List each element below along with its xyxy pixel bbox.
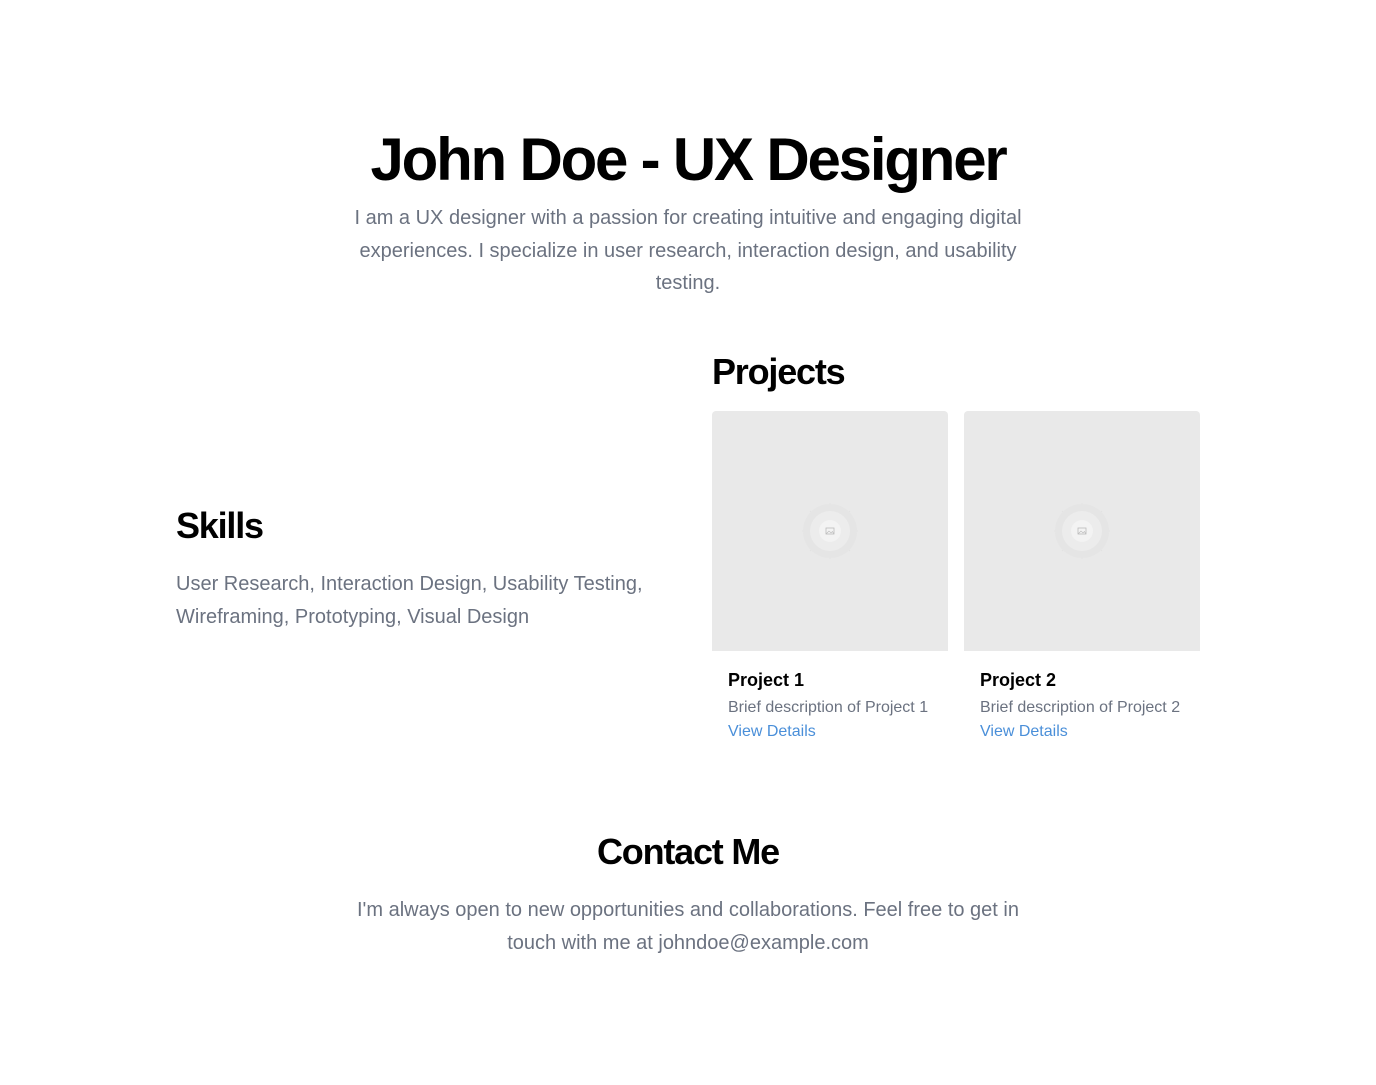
image-placeholder-icon — [1054, 503, 1110, 559]
view-details-link[interactable]: View Details — [980, 720, 1068, 744]
project-card: Project 1 Brief description of Project 1… — [712, 411, 948, 744]
view-details-link[interactable]: View Details — [728, 720, 816, 744]
projects-heading: Projects — [712, 351, 846, 392]
projects-grid: Project 1 Brief description of Project 1… — [712, 411, 1200, 744]
contact-section: Contact Me I'm always open to new opport… — [0, 830, 1376, 959]
project-card: Project 2 Brief description of Project 2… — [964, 411, 1200, 744]
page-title: John Doe - UX Designer — [370, 126, 1007, 193]
hero-section: John Doe - UX Designer I am a UX designe… — [0, 124, 1376, 300]
projects-section: Projects Project 1 Brief description of … — [712, 350, 1200, 744]
image-placeholder-icon — [802, 503, 858, 559]
project-title: Project 1 — [728, 670, 805, 690]
project-image — [712, 411, 948, 651]
contact-heading: Contact Me — [596, 831, 780, 872]
skills-section: Skills User Research, Interaction Design… — [176, 504, 646, 633]
project-description: Brief description of Project 1 — [728, 699, 929, 716]
project-description: Brief description of Project 2 — [980, 699, 1181, 716]
project-title: Project 2 — [980, 670, 1057, 690]
project-image — [964, 411, 1200, 651]
contact-text: I'm always open to new opportunities and… — [357, 899, 1019, 954]
skills-list: User Research, Interaction Design, Usabi… — [176, 573, 643, 628]
intro-text: I am a UX designer with a passion for cr… — [354, 207, 1022, 294]
skills-heading: Skills — [176, 505, 264, 546]
